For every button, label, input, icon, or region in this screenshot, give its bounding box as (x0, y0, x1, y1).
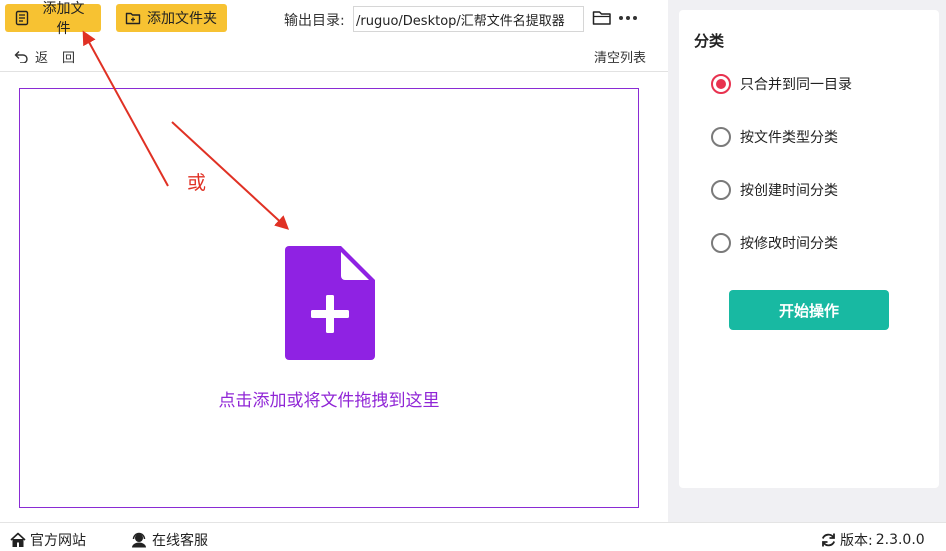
radio-selected-icon[interactable] (711, 74, 731, 94)
support-agent-icon (132, 532, 146, 548)
back-button[interactable]: 返回 (14, 47, 89, 66)
option-label: 按文件类型分类 (740, 130, 838, 146)
main-panel: 添加文件 添加文件夹 输出目录: 返回 清空列表 点击添加或将文件拖拽到这里 (0, 0, 668, 522)
radio-unselected-icon[interactable] (711, 233, 731, 253)
folder-add-icon (125, 10, 141, 26)
radio-unselected-icon[interactable] (711, 127, 731, 147)
option-label: 按创建时间分类 (740, 183, 838, 199)
version-value: 2.3.0.0 (875, 532, 925, 548)
file-list-icon (14, 10, 30, 26)
undo-icon (14, 51, 28, 63)
output-dir-label: 输出目录: (284, 13, 345, 29)
option-label: 只合并到同一目录 (740, 77, 852, 93)
category-title: 分类 (694, 32, 725, 50)
or-annotation-label: 或 (187, 172, 207, 194)
back-label: 返回 (35, 51, 90, 66)
option-by-created-time[interactable]: 按创建时间分类 (711, 180, 838, 200)
option-merge-single-dir[interactable]: 只合并到同一目录 (711, 74, 852, 94)
online-support-link[interactable]: 在线客服 (129, 530, 208, 550)
clear-list-button[interactable]: 清空列表 (594, 47, 646, 66)
status-bar: 官方网站 在线客服 版本: 2.3.0.0 (0, 522, 946, 551)
add-folder-button[interactable]: 添加文件夹 (116, 4, 227, 32)
option-label: 按修改时间分类 (740, 236, 838, 252)
more-options-icon[interactable] (619, 9, 637, 27)
version-label: 版本: (840, 533, 873, 549)
toolbar-divider (0, 71, 668, 72)
file-drop-zone[interactable]: 点击添加或将文件拖拽到这里 (19, 88, 639, 508)
folder-open-icon[interactable] (592, 9, 612, 27)
home-icon (10, 532, 26, 547)
start-button[interactable]: 开始操作 (729, 290, 889, 330)
option-by-modified-time[interactable]: 按修改时间分类 (711, 233, 838, 253)
add-file-button[interactable]: 添加文件 (5, 1, 101, 37)
online-support-label: 在线客服 (152, 533, 208, 549)
add-file-label: 添加文件 (42, 1, 85, 37)
option-by-file-type[interactable]: 按文件类型分类 (711, 127, 838, 147)
refresh-icon (821, 533, 836, 547)
radio-unselected-icon[interactable] (711, 180, 731, 200)
output-dir-input[interactable] (353, 6, 584, 32)
category-panel: 分类 只合并到同一目录 按文件类型分类 按创建时间分类 按修改时间分类 开始操作 (679, 10, 939, 488)
official-website-label: 官方网站 (30, 533, 86, 549)
version-info: 版本: 2.3.0.0 (820, 530, 925, 550)
add-folder-label: 添加文件夹 (147, 11, 217, 27)
drop-hint-text: 点击添加或将文件拖拽到这里 (218, 391, 440, 411)
official-website-link[interactable]: 官方网站 (9, 530, 86, 550)
file-add-icon (285, 246, 375, 360)
